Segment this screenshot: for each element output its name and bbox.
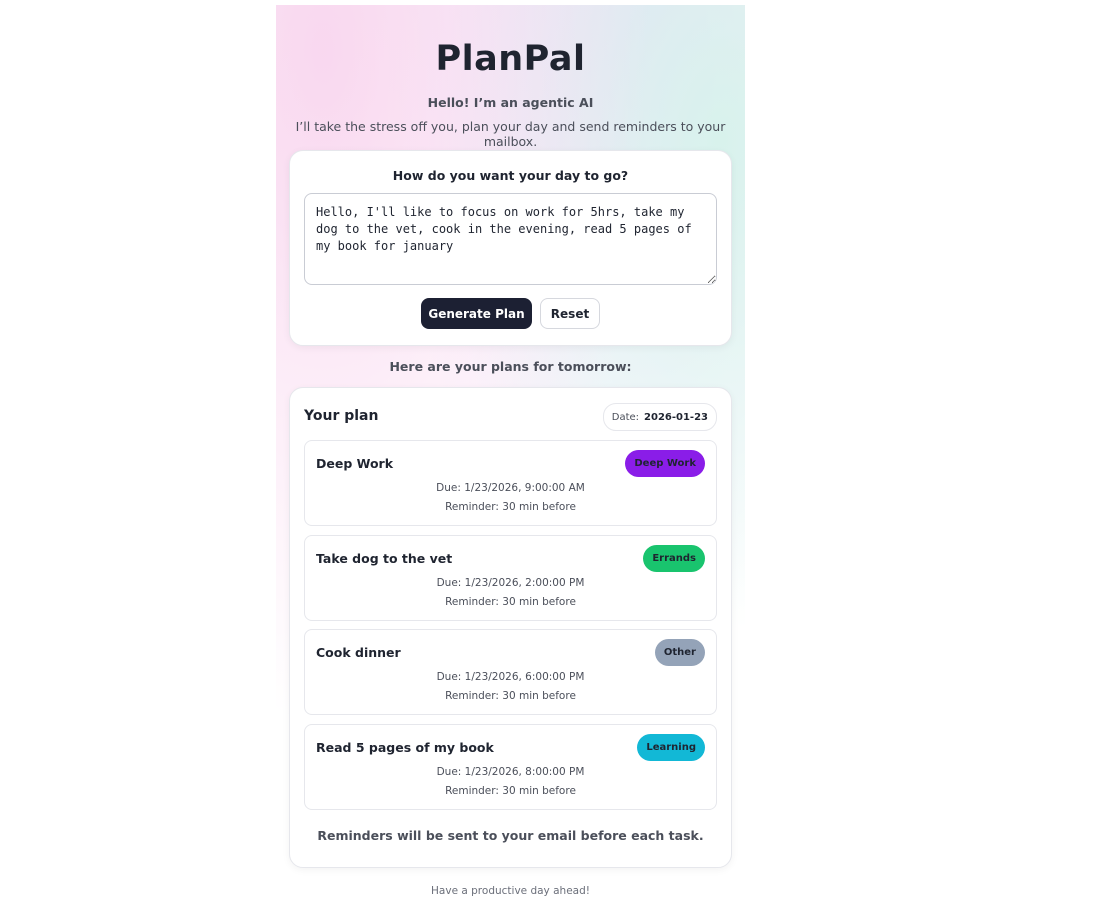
task-name: Cook dinner xyxy=(316,645,401,660)
generate-plan-button[interactable]: Generate Plan xyxy=(421,298,532,329)
day-question: How do you want your day to go? xyxy=(392,168,629,183)
task-reminder: Reminder: 30 min before xyxy=(445,785,576,797)
task-card: Cook dinner Other Due: 1/23/2026, 6:00:0… xyxy=(304,629,717,715)
task-category-badge: Other xyxy=(654,639,705,666)
task-due: Due: 1/23/2026, 2:00:00 PM xyxy=(436,577,585,589)
app-subtitle: Hello! I’m an agentic AI xyxy=(427,95,594,110)
task-category-badge: Errands xyxy=(643,545,705,572)
task-reminder: Reminder: 30 min before xyxy=(445,690,576,702)
task-card: Take dog to the vet Errands Due: 1/23/20… xyxy=(304,535,717,621)
task-reminder: Reminder: 30 min before xyxy=(445,596,576,608)
date-label: Date: xyxy=(611,411,640,423)
plan-card: Your plan Date: 2026-01-23 Deep Work Dee… xyxy=(289,387,732,868)
reset-button[interactable]: Reset xyxy=(540,298,600,329)
day-description-input[interactable] xyxy=(304,193,717,285)
task-card: Read 5 pages of my book Learning Due: 1/… xyxy=(304,724,717,810)
app-container: PlanPal Hello! I’m an agentic AI I’ll ta… xyxy=(276,5,745,912)
task-due: Due: 1/23/2026, 6:00:00 PM xyxy=(436,671,585,683)
task-name: Deep Work xyxy=(316,456,394,471)
plans-heading: Here are your plans for tomorrow: xyxy=(389,359,632,374)
task-category-badge: Learning xyxy=(637,734,705,761)
task-reminder: Reminder: 30 min before xyxy=(445,501,576,513)
app-title: PlanPal xyxy=(435,39,586,79)
reminder-note: Reminders will be sent to your email bef… xyxy=(317,828,704,843)
date-value: 2026-01-23 xyxy=(644,411,708,423)
task-name: Take dog to the vet xyxy=(316,551,453,566)
task-card: Deep Work Deep Work Due: 1/23/2026, 9:00… xyxy=(304,440,717,526)
app-tagline: I’ll take the stress off you, plan your … xyxy=(295,119,726,149)
task-due: Due: 1/23/2026, 8:00:00 PM xyxy=(436,766,585,778)
task-category-badge: Deep Work xyxy=(625,450,705,477)
date-pill: Date: 2026-01-23 xyxy=(602,403,717,431)
task-name: Read 5 pages of my book xyxy=(316,740,494,755)
task-due: Due: 1/23/2026, 9:00:00 AM xyxy=(436,482,585,494)
footer-text: Have a productive day ahead! xyxy=(431,885,590,897)
plan-title: Your plan xyxy=(304,408,379,424)
day-input-card: How do you want your day to go? Generate… xyxy=(289,150,732,346)
